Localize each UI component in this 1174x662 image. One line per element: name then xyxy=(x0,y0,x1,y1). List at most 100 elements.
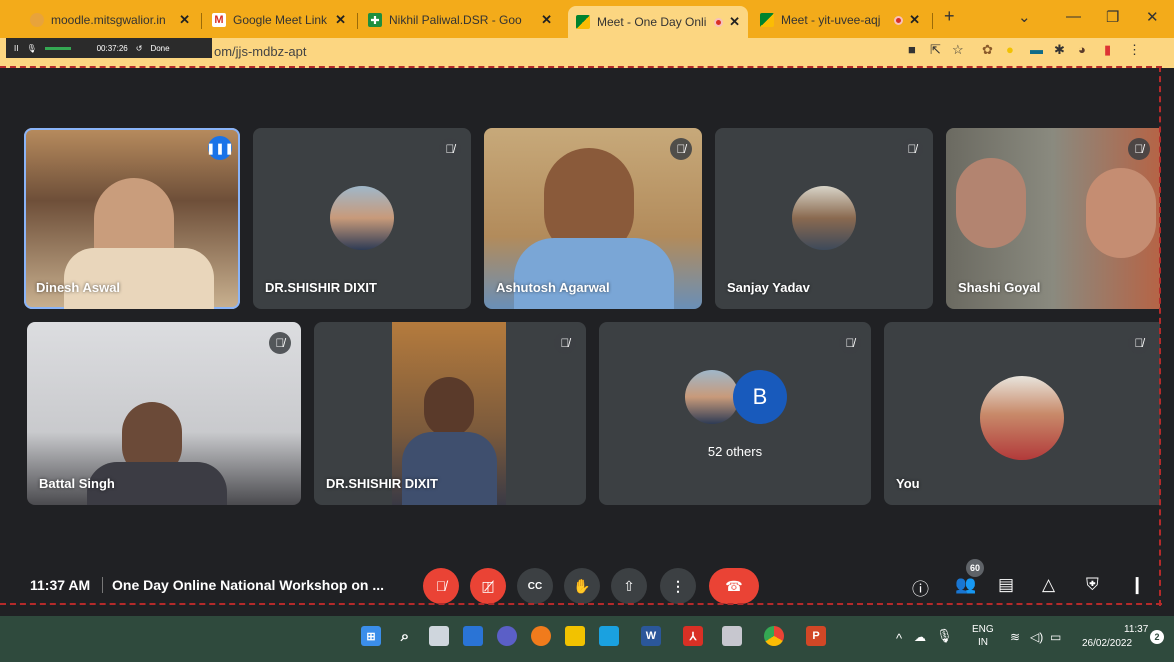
taskbar-clock-time[interactable]: 11:37 xyxy=(1124,624,1148,635)
mic-toggle-button[interactable]: 🎙̸ xyxy=(423,568,459,604)
extension-icon[interactable]: ▬ xyxy=(1030,42,1043,57)
recording-region-border xyxy=(0,66,1162,68)
present-screen-button[interactable]: ⇧ xyxy=(611,568,647,604)
tab-close-icon[interactable]: ✕ xyxy=(729,14,740,30)
tab-close-icon[interactable]: ✕ xyxy=(179,12,190,28)
participant-tile-dinesh[interactable]: ❚❚❚ Dinesh Aswal xyxy=(24,128,240,309)
recorder-done-button[interactable]: Done xyxy=(150,44,169,53)
activities-icon[interactable]: △ xyxy=(1042,575,1055,595)
snipping-tool-icon[interactable] xyxy=(722,626,742,646)
camera-icon[interactable]: ■ xyxy=(908,42,916,57)
wifi-icon[interactable]: ≋ xyxy=(1010,630,1020,644)
restore-button[interactable]: ❐ xyxy=(1106,8,1119,26)
acrobat-icon[interactable]: ⅄ xyxy=(683,626,703,646)
share-icon[interactable]: ⇱ xyxy=(930,42,941,58)
tab-close-icon[interactable]: ✕ xyxy=(909,12,920,28)
tab-search-button[interactable]: ⌄ xyxy=(1018,8,1031,26)
participant-name: Shashi Goyal xyxy=(958,280,1041,295)
url-text[interactable]: om/jjs-mdbz-apt xyxy=(214,44,306,59)
others-count-label: 52 others xyxy=(707,444,763,459)
leave-call-button[interactable]: ☎ xyxy=(709,568,759,604)
participant-avatar xyxy=(792,186,856,250)
firefox-icon[interactable] xyxy=(531,626,551,646)
mic-icon: 🎙 xyxy=(26,43,37,53)
participant-name: You xyxy=(896,476,920,491)
captions-button[interactable]: CC xyxy=(517,568,553,604)
extension-bulb-icon[interactable]: ● xyxy=(1006,42,1014,57)
tab-title: Meet - One Day Onli xyxy=(597,15,707,29)
extension-mic-icon[interactable]: ❙ xyxy=(1130,575,1144,595)
participant-tile-battal[interactable]: 🎙̸ Battal Singh xyxy=(27,322,301,505)
powerpoint-icon[interactable]: P xyxy=(806,626,826,646)
people-icon[interactable]: 👥 xyxy=(955,575,976,595)
puzzle-extensions-icon[interactable]: ✱ xyxy=(1054,42,1065,58)
recording-region-border xyxy=(0,603,1162,605)
tab-close-icon[interactable]: ✕ xyxy=(335,12,346,28)
task-view-icon[interactable] xyxy=(429,626,449,646)
recording-region-border xyxy=(1159,66,1161,606)
taskbar-clock-date[interactable]: 26/02/2022 xyxy=(1082,638,1132,649)
host-controls-icon[interactable]: ⛨ xyxy=(1086,575,1099,595)
participant-tile-shishir-video[interactable]: 🎙̸ DR.SHISHIR DIXIT xyxy=(314,322,586,505)
participant-tile-others[interactable]: B 52 others 🎙̸ xyxy=(599,322,871,505)
raise-hand-button[interactable]: ✋ xyxy=(564,568,600,604)
participant-tile-shishir[interactable]: 🎙̸ DR.SHISHIR DIXIT xyxy=(253,128,471,309)
extension-icon[interactable]: ✿ xyxy=(982,42,993,58)
participant-name: Battal Singh xyxy=(39,476,115,491)
tab-close-icon[interactable]: ✕ xyxy=(541,12,552,28)
tab-meet-one-day[interactable]: Meet - One Day Onli ✕ xyxy=(568,6,748,38)
monitor-app-icon[interactable] xyxy=(599,626,619,646)
extension-icon[interactable]: ▮ xyxy=(1104,42,1111,58)
windows-taskbar xyxy=(0,616,1174,662)
participant-avatar xyxy=(980,376,1064,460)
search-icon[interactable]: ⌕ xyxy=(395,626,415,646)
moodle-favicon-icon xyxy=(30,13,44,27)
windows-start-icon[interactable]: ⊞ xyxy=(361,626,381,646)
word-icon[interactable]: W xyxy=(641,626,661,646)
mic-muted-icon: 🎙̸ xyxy=(670,138,692,160)
language-indicator[interactable]: ENG xyxy=(972,624,994,635)
tab-separator xyxy=(357,13,358,29)
chat-icon[interactable]: ▤ xyxy=(998,575,1014,595)
pause-icon[interactable]: II xyxy=(14,44,18,53)
tray-chevron-icon[interactable]: ^ xyxy=(896,631,902,646)
notification-badge[interactable]: 2 xyxy=(1150,630,1164,644)
divider xyxy=(102,577,103,593)
participant-video xyxy=(402,432,497,505)
participant-tile-you[interactable]: 🎙̸ You xyxy=(884,322,1160,505)
meeting-title[interactable]: One Day Online National Workshop on ... xyxy=(112,577,384,593)
mic-muted-icon: 🎙̸ xyxy=(439,138,461,160)
onedrive-icon[interactable]: ☁ xyxy=(914,630,926,644)
bookmark-star-icon[interactable]: ☆ xyxy=(952,42,964,58)
widgets-icon[interactable] xyxy=(463,626,483,646)
volume-icon[interactable]: ◁) xyxy=(1030,630,1043,644)
minimize-button[interactable]: — xyxy=(1066,8,1081,25)
participant-tile-shashi[interactable]: 🎙̸ Shashi Goyal xyxy=(946,128,1160,309)
file-explorer-icon[interactable] xyxy=(565,626,585,646)
camera-toggle-button[interactable]: ◫̸ xyxy=(470,568,506,604)
tab-title: Meet - yit-uvee-aqj xyxy=(781,13,881,27)
tab-title: Google Meet Link for Joi xyxy=(233,13,329,27)
tab-moodle[interactable]: moodle.mitsgwalior.in ✕ xyxy=(22,6,198,34)
participant-tile-ashutosh[interactable]: 🎙̸ Ashutosh Agarwal xyxy=(484,128,702,309)
undo-icon[interactable]: ↺ xyxy=(136,44,143,53)
close-window-button[interactable]: ✕ xyxy=(1146,8,1159,26)
tab-sheets[interactable]: ✚ Nikhil Paliwal.DSR - Goo ✕ xyxy=(360,6,560,34)
battery-icon[interactable]: ▭ xyxy=(1050,630,1061,644)
audio-level-meter xyxy=(44,46,71,50)
tab-gmail[interactable]: M Google Meet Link for Joi ✕ xyxy=(204,6,354,34)
participant-video xyxy=(424,377,474,437)
participant-tile-sanjay[interactable]: 🎙̸ Sanjay Yadav xyxy=(715,128,933,309)
chrome-icon[interactable] xyxy=(764,626,784,646)
more-menu-icon[interactable]: ⋮ xyxy=(1128,42,1141,58)
new-tab-button[interactable]: + xyxy=(944,6,955,27)
meeting-clock: 11:37 AM xyxy=(30,577,91,593)
tray-mic-icon[interactable]: 🎙 xyxy=(936,628,953,644)
participant-avatar xyxy=(685,370,739,424)
meeting-info-icon[interactable]: ⓘ xyxy=(912,575,929,600)
tab-meet-yit[interactable]: Meet - yit-uvee-aqj ✕ xyxy=(752,6,928,34)
participant-name: DR.SHISHIR DIXIT xyxy=(265,280,377,295)
profile-avatar-icon[interactable]: ◕ xyxy=(1078,42,1086,57)
chat-teams-icon[interactable] xyxy=(497,626,517,646)
more-options-button[interactable]: ⋮ xyxy=(660,568,696,604)
